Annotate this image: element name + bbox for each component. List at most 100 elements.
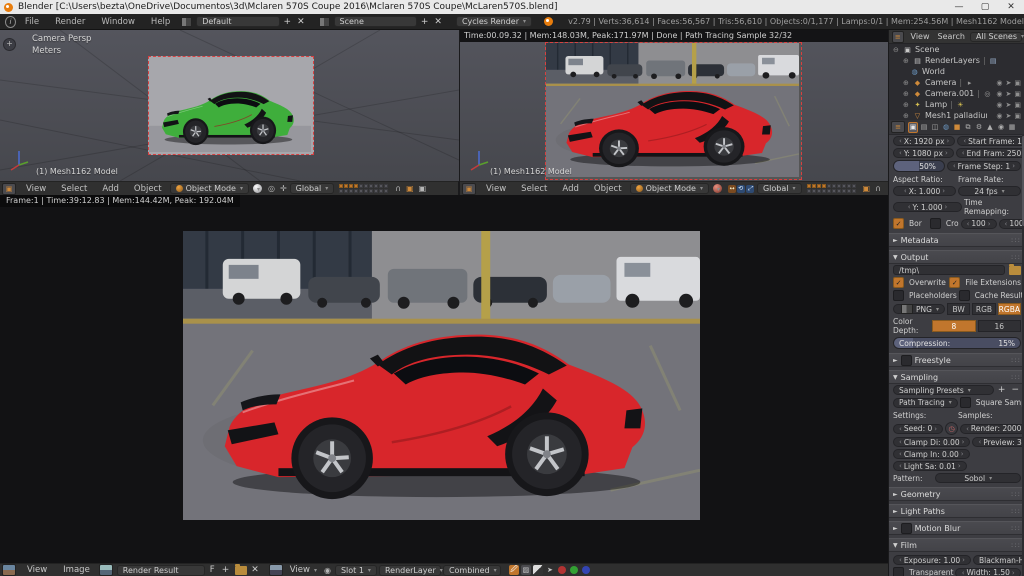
sampling-presets-select[interactable]: Sampling Presets [893, 385, 994, 395]
fake-user-button[interactable]: F [207, 565, 218, 575]
menu-add[interactable]: Add [555, 184, 585, 194]
rotate-icon[interactable]: ⟲ [737, 185, 745, 193]
selectable-arrow-icon[interactable]: ➤ [1006, 101, 1012, 109]
resolution-percentage-slider[interactable]: 50% [893, 160, 945, 172]
compression-slider[interactable]: Compression: 15% [893, 337, 1021, 349]
depth-16-button[interactable]: 16 [978, 320, 1021, 332]
shading-mode-icon[interactable] [713, 184, 722, 193]
outliner[interactable]: ≡ View Search All Scenes ⊖ ▣ Scene ⊕ ▤ R… [889, 30, 1024, 120]
menu-object[interactable]: Object [587, 184, 629, 194]
add-scene-button[interactable]: + [419, 17, 431, 27]
outliner-row-mesh[interactable]: ⊕ ▽ Mesh1 palladium_1 Mo ◉ ➤ ▣ [889, 110, 1024, 120]
outliner-row-renderlayers[interactable]: ⊕ ▤ RenderLayers | ▤ [889, 55, 1024, 66]
sample-arrow-icon[interactable]: ➤ [545, 565, 555, 575]
end-frame-field[interactable]: End Fram: 250 [956, 148, 1024, 158]
depth-8-button[interactable]: 8 [932, 320, 975, 332]
menu-render[interactable]: Render [48, 17, 92, 27]
preview-samples-field[interactable]: Preview: 32 [972, 437, 1024, 447]
save-image-icon[interactable] [235, 566, 247, 575]
properties-panel[interactable]: ≡ ▣ ▤ ◫ ◍ ■ ⧉ ⚙ ▲ ◉ ▦ X: 1920 px Start F… [889, 120, 1024, 576]
menu-file[interactable]: File [18, 17, 46, 27]
mode-select[interactable]: Object Mode [170, 183, 249, 194]
visibility-eye-icon[interactable]: ◉ [996, 112, 1002, 120]
expand-icon[interactable]: ⊕ [903, 79, 910, 87]
menu-select[interactable]: Select [54, 184, 94, 194]
image-editor[interactable]: Frame:1 | Time:39:12.83 | Mem:144.42M, P… [0, 195, 888, 563]
outliner-row-camera001[interactable]: ⊕ ◆ Camera.001 | ◎ ◉ ➤ ▣ [889, 88, 1024, 99]
renderable-camera-icon[interactable]: ▣ [1014, 90, 1021, 98]
panel-geometry[interactable]: ►Geometry::: [889, 487, 1024, 501]
browse-image-icon[interactable] [99, 564, 113, 576]
tab-modifiers[interactable]: ⚙ [974, 122, 984, 133]
screen-layout-field[interactable]: Default [196, 16, 279, 27]
remove-preset-button[interactable]: − [1009, 385, 1021, 395]
manipulator-icon[interactable]: ✛ [278, 184, 289, 193]
clamp-direct-field[interactable]: Clamp Di: 0.00 [893, 437, 970, 447]
outliner-menu-view[interactable]: View [908, 32, 933, 41]
render-opengl-icon[interactable]: ▣ [404, 184, 416, 193]
tab-material[interactable]: ◉ [996, 122, 1006, 133]
border-checkbox[interactable]: ✓ [893, 218, 904, 229]
expand-icon[interactable]: ⊕ [903, 57, 910, 65]
outliner-editor-icon[interactable]: ≡ [892, 31, 904, 43]
pivot-center-icon[interactable]: ◎ [266, 184, 277, 193]
info-editor-icon[interactable]: i [5, 16, 16, 28]
image-editor-icon[interactable] [2, 564, 16, 576]
cache-result-checkbox[interactable] [959, 290, 970, 301]
renderable-camera-icon[interactable]: ▣ [1014, 112, 1021, 120]
render-samples-field[interactable]: Render: 2000 [960, 424, 1024, 434]
orientation-select[interactable]: Global [757, 183, 802, 194]
viewport-3d-left[interactable]: Camera Persp Meters + (1) Mesh1162 Model [0, 30, 460, 181]
collapse-icon[interactable]: ⊖ [893, 46, 900, 54]
outliner-row-camera[interactable]: ⊕ ◆ Camera | ▸ ◉ ➤ ▣ [889, 77, 1024, 88]
transparent-checkbox[interactable] [893, 567, 904, 576]
view-mode-icon[interactable] [269, 564, 283, 576]
integrator-select[interactable]: Path Tracing [893, 398, 958, 408]
start-frame-field[interactable]: Start Frame: 1 [957, 136, 1024, 146]
seed-field[interactable]: Seed: 0 [893, 424, 943, 434]
menu-add[interactable]: Add [95, 184, 125, 194]
crop-checkbox[interactable] [930, 218, 941, 229]
translate-icon[interactable]: ↔ [728, 185, 736, 193]
menu-window[interactable]: Window [94, 17, 142, 27]
layers-widget[interactable] [339, 184, 388, 193]
tab-render[interactable]: ▣ [908, 122, 918, 133]
screen-layout-icon[interactable] [181, 17, 192, 27]
menu-object[interactable]: Object [127, 184, 169, 194]
visibility-eye-icon[interactable]: ◉ [996, 90, 1002, 98]
channel-blue-icon[interactable] [582, 566, 590, 574]
view-dropdown[interactable]: View [287, 565, 320, 575]
square-samples-checkbox[interactable] [960, 397, 971, 408]
tab-constraints[interactable]: ⧉ [963, 122, 973, 133]
new-image-button[interactable]: + [220, 565, 232, 575]
layers-widget[interactable] [807, 184, 856, 193]
render-opengl-icon[interactable]: ▣ [861, 184, 873, 193]
image-name-field[interactable]: Render Result [117, 565, 205, 576]
panel-light-paths[interactable]: ►Light Paths::: [889, 504, 1024, 518]
add-layout-button[interactable]: + [282, 17, 294, 27]
renderable-camera-icon[interactable]: ▣ [1014, 101, 1021, 109]
unlink-image-button[interactable]: ✕ [249, 565, 261, 575]
scene-browse-icon[interactable] [319, 17, 330, 27]
render-engine-select[interactable]: Cycles Render [456, 16, 532, 27]
panel-output[interactable]: ▼Output::: [889, 250, 1024, 264]
mode-select[interactable]: Object Mode [630, 183, 709, 194]
viewport-3d-right[interactable]: Time:00.09.32 | Mem:148.03M, Peak:171.97… [460, 30, 888, 181]
tab-texture[interactable]: ▦ [1007, 122, 1017, 133]
aspect-y-field[interactable]: Y: 1.000 [893, 202, 962, 212]
scene-field[interactable]: Scene [334, 16, 417, 27]
add-preset-button[interactable]: + [996, 385, 1008, 395]
tab-object[interactable]: ■ [952, 122, 962, 133]
pattern-select[interactable]: Sobol [935, 473, 1021, 483]
output-path-field[interactable]: /tmp\ [893, 265, 1005, 275]
panel-sampling[interactable]: ▼Sampling::: [889, 370, 1024, 384]
file-extensions-checkbox[interactable]: ✓ [949, 277, 960, 288]
orientation-select[interactable]: Global [290, 183, 335, 194]
toolshelf-toggle-icon[interactable]: + [3, 38, 16, 51]
pass-select[interactable]: Combined [443, 565, 501, 576]
layer-select[interactable]: RenderLayer [379, 565, 441, 576]
mask-icon[interactable]: ▨ [521, 565, 531, 575]
menu-image[interactable]: Image [56, 565, 97, 575]
filter-width-field[interactable]: Width: 1.50 [955, 568, 1021, 576]
menu-view[interactable]: View [20, 565, 54, 575]
